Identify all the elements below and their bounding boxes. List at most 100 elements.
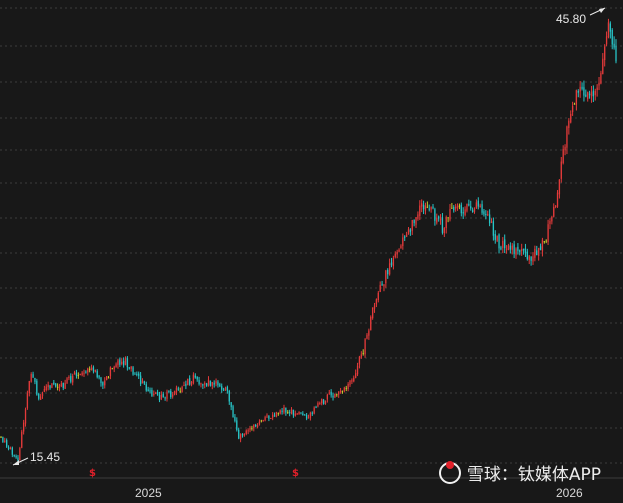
- candle-body: [34, 377, 36, 382]
- x-tick-label-2026: 2026: [556, 486, 583, 500]
- candle-body: [13, 454, 15, 456]
- candle-body: [60, 383, 63, 387]
- candle-body: [130, 366, 132, 369]
- candle-body: [521, 248, 523, 252]
- candle-body: [4, 440, 6, 442]
- candle-body: [504, 239, 506, 249]
- candle-body: [236, 420, 238, 430]
- candle-body: [305, 415, 308, 419]
- candle-body: [473, 208, 476, 212]
- candle-body: [358, 356, 361, 365]
- candle-body: [411, 220, 413, 231]
- gridlines: [0, 7, 623, 464]
- candle-body: [402, 237, 404, 246]
- candle-body: [168, 390, 170, 392]
- candle-body: [607, 22, 610, 38]
- candle-body: [139, 375, 142, 385]
- candle-body: [211, 382, 213, 386]
- candle-body: [288, 412, 291, 414]
- candle-body: [164, 397, 166, 399]
- candle-body: [347, 384, 349, 389]
- candle-body: [55, 383, 57, 387]
- candle-body: [590, 92, 593, 97]
- candle-body: [600, 72, 602, 84]
- candle-body: [98, 376, 100, 378]
- candle-body: [204, 383, 206, 385]
- dividend-marker-2: $: [292, 468, 299, 479]
- candle-body: [134, 373, 136, 375]
- candle-body: [511, 245, 513, 250]
- candle-body: [192, 374, 195, 383]
- candle-body: [568, 120, 570, 128]
- candle-body: [156, 391, 159, 395]
- candle-body: [373, 305, 376, 309]
- candle-body: [462, 212, 464, 214]
- dividend-marker-symbol: $: [292, 468, 299, 479]
- candle-body: [558, 179, 561, 195]
- candle-body: [530, 256, 532, 261]
- candle-body: [368, 330, 370, 336]
- candle-body: [183, 384, 185, 386]
- candle-body: [613, 43, 615, 48]
- candle-body: [615, 45, 617, 62]
- candle-body: [264, 417, 266, 421]
- candle-body: [596, 87, 598, 91]
- candle-body: [198, 380, 200, 384]
- candlestick-chart: 15.45 45.80 $ $ 2025 2026: [0, 7, 623, 500]
- candle-body: [471, 210, 474, 213]
- candle-body: [245, 430, 247, 435]
- candle-body: [273, 415, 276, 417]
- candle-body: [266, 415, 268, 417]
- candle-body: [51, 383, 53, 388]
- candle-body: [262, 420, 264, 422]
- candle-body: [145, 384, 147, 391]
- candle-body: [526, 251, 528, 260]
- candle-body: [105, 376, 108, 380]
- candle-body: [62, 383, 64, 388]
- dividend-marker-symbol: $: [89, 468, 96, 479]
- candle-body: [398, 249, 400, 252]
- candle-body: [241, 434, 244, 436]
- candle-body: [394, 253, 396, 258]
- candle-body: [396, 251, 398, 255]
- candle-body: [107, 377, 110, 379]
- candle-body: [537, 247, 540, 256]
- candle-body: [202, 384, 204, 386]
- candle-body: [177, 388, 179, 390]
- candle-body: [239, 434, 242, 440]
- candle-body: [309, 412, 312, 418]
- candle-body: [422, 204, 425, 210]
- candle-body: [194, 375, 196, 378]
- candle-body: [339, 390, 342, 393]
- candle-body: [0, 436, 2, 438]
- candle-body: [9, 448, 12, 450]
- candle-body: [7, 447, 10, 449]
- candle-body: [404, 236, 406, 238]
- candle-body: [94, 370, 96, 372]
- candle-body: [215, 381, 217, 384]
- candle-body: [68, 377, 70, 379]
- candle-body: [487, 214, 489, 216]
- candle-body: [92, 367, 95, 372]
- candle-body: [111, 368, 113, 370]
- candle-body: [234, 416, 236, 422]
- candle-body: [551, 216, 553, 222]
- candle-body: [579, 86, 581, 92]
- candle-body: [370, 316, 372, 331]
- candle-body: [251, 428, 253, 430]
- candle-body: [217, 381, 219, 386]
- candle-body: [438, 216, 440, 219]
- candle-body: [515, 248, 517, 256]
- candle-body: [332, 395, 334, 398]
- candle-body: [56, 386, 59, 388]
- candle-body: [428, 208, 430, 210]
- candle-body: [539, 246, 542, 250]
- candle-body: [371, 307, 374, 319]
- candle-body: [39, 396, 42, 400]
- candle-body: [49, 385, 51, 389]
- candle-body: [609, 23, 611, 32]
- candle-body: [188, 378, 191, 385]
- candle-body: [173, 391, 176, 395]
- candle-body: [47, 384, 49, 388]
- candle-body: [417, 214, 419, 219]
